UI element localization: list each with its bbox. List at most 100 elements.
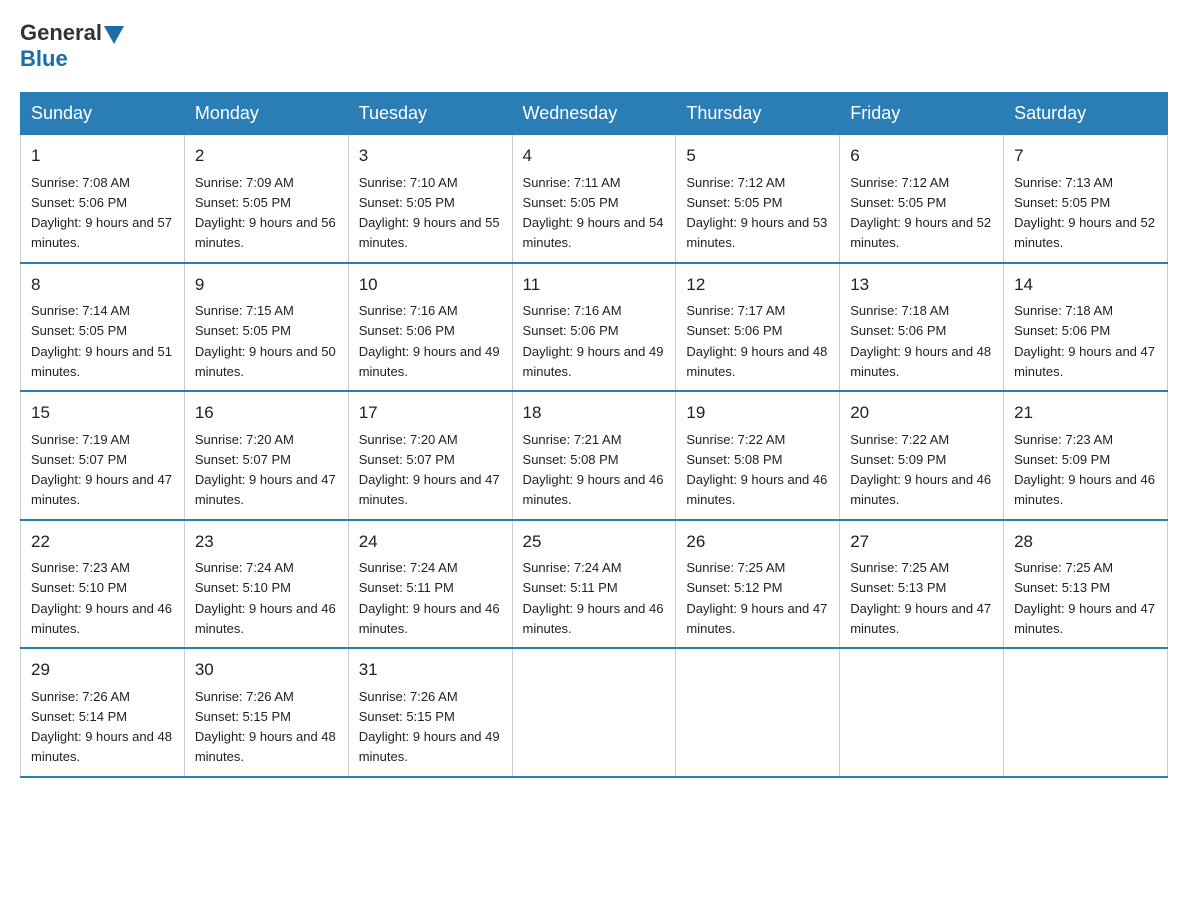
calendar-cell: 9 Sunrise: 7:15 AMSunset: 5:05 PMDayligh… [184, 263, 348, 392]
day-number: 28 [1014, 529, 1157, 555]
day-number: 12 [686, 272, 829, 298]
day-number: 19 [686, 400, 829, 426]
day-number: 29 [31, 657, 174, 683]
calendar-cell: 19 Sunrise: 7:22 AMSunset: 5:08 PMDaylig… [676, 391, 840, 520]
day-info: Sunrise: 7:14 AMSunset: 5:05 PMDaylight:… [31, 303, 172, 379]
day-info: Sunrise: 7:10 AMSunset: 5:05 PMDaylight:… [359, 175, 500, 251]
calendar-cell: 8 Sunrise: 7:14 AMSunset: 5:05 PMDayligh… [21, 263, 185, 392]
logo-general-text: General [20, 20, 102, 46]
calendar-header-row: SundayMondayTuesdayWednesdayThursdayFrid… [21, 93, 1168, 135]
day-number: 18 [523, 400, 666, 426]
day-number: 26 [686, 529, 829, 555]
calendar-cell: 2 Sunrise: 7:09 AMSunset: 5:05 PMDayligh… [184, 135, 348, 263]
calendar-cell: 3 Sunrise: 7:10 AMSunset: 5:05 PMDayligh… [348, 135, 512, 263]
day-number: 25 [523, 529, 666, 555]
day-number: 8 [31, 272, 174, 298]
calendar-cell: 16 Sunrise: 7:20 AMSunset: 5:07 PMDaylig… [184, 391, 348, 520]
day-number: 13 [850, 272, 993, 298]
day-info: Sunrise: 7:24 AMSunset: 5:11 PMDaylight:… [359, 560, 500, 636]
day-number: 14 [1014, 272, 1157, 298]
day-info: Sunrise: 7:20 AMSunset: 5:07 PMDaylight:… [359, 432, 500, 508]
header-saturday: Saturday [1004, 93, 1168, 135]
day-info: Sunrise: 7:24 AMSunset: 5:10 PMDaylight:… [195, 560, 336, 636]
day-info: Sunrise: 7:16 AMSunset: 5:06 PMDaylight:… [359, 303, 500, 379]
day-info: Sunrise: 7:19 AMSunset: 5:07 PMDaylight:… [31, 432, 172, 508]
calendar-week-row: 15 Sunrise: 7:19 AMSunset: 5:07 PMDaylig… [21, 391, 1168, 520]
day-number: 15 [31, 400, 174, 426]
day-number: 24 [359, 529, 502, 555]
day-number: 3 [359, 143, 502, 169]
page-header: General Blue [20, 20, 1168, 72]
day-number: 21 [1014, 400, 1157, 426]
calendar-cell [512, 648, 676, 777]
calendar-cell [840, 648, 1004, 777]
day-number: 23 [195, 529, 338, 555]
day-info: Sunrise: 7:23 AMSunset: 5:10 PMDaylight:… [31, 560, 172, 636]
day-number: 4 [523, 143, 666, 169]
day-info: Sunrise: 7:18 AMSunset: 5:06 PMDaylight:… [1014, 303, 1155, 379]
header-monday: Monday [184, 93, 348, 135]
day-info: Sunrise: 7:18 AMSunset: 5:06 PMDaylight:… [850, 303, 991, 379]
calendar-cell: 30 Sunrise: 7:26 AMSunset: 5:15 PMDaylig… [184, 648, 348, 777]
day-info: Sunrise: 7:23 AMSunset: 5:09 PMDaylight:… [1014, 432, 1155, 508]
calendar-cell: 4 Sunrise: 7:11 AMSunset: 5:05 PMDayligh… [512, 135, 676, 263]
calendar-cell: 20 Sunrise: 7:22 AMSunset: 5:09 PMDaylig… [840, 391, 1004, 520]
calendar-cell: 27 Sunrise: 7:25 AMSunset: 5:13 PMDaylig… [840, 520, 1004, 649]
calendar-cell [1004, 648, 1168, 777]
day-number: 20 [850, 400, 993, 426]
day-info: Sunrise: 7:11 AMSunset: 5:05 PMDaylight:… [523, 175, 664, 251]
header-tuesday: Tuesday [348, 93, 512, 135]
calendar-cell: 31 Sunrise: 7:26 AMSunset: 5:15 PMDaylig… [348, 648, 512, 777]
day-info: Sunrise: 7:24 AMSunset: 5:11 PMDaylight:… [523, 560, 664, 636]
calendar-week-row: 29 Sunrise: 7:26 AMSunset: 5:14 PMDaylig… [21, 648, 1168, 777]
day-info: Sunrise: 7:12 AMSunset: 5:05 PMDaylight:… [686, 175, 827, 251]
day-number: 9 [195, 272, 338, 298]
day-info: Sunrise: 7:26 AMSunset: 5:15 PMDaylight:… [359, 689, 500, 765]
calendar-table: SundayMondayTuesdayWednesdayThursdayFrid… [20, 92, 1168, 778]
day-info: Sunrise: 7:21 AMSunset: 5:08 PMDaylight:… [523, 432, 664, 508]
day-info: Sunrise: 7:25 AMSunset: 5:12 PMDaylight:… [686, 560, 827, 636]
calendar-cell: 15 Sunrise: 7:19 AMSunset: 5:07 PMDaylig… [21, 391, 185, 520]
logo-triangle-icon [104, 26, 124, 44]
day-number: 22 [31, 529, 174, 555]
logo: General Blue [20, 20, 126, 72]
calendar-week-row: 8 Sunrise: 7:14 AMSunset: 5:05 PMDayligh… [21, 263, 1168, 392]
calendar-cell: 11 Sunrise: 7:16 AMSunset: 5:06 PMDaylig… [512, 263, 676, 392]
day-info: Sunrise: 7:22 AMSunset: 5:08 PMDaylight:… [686, 432, 827, 508]
calendar-cell: 5 Sunrise: 7:12 AMSunset: 5:05 PMDayligh… [676, 135, 840, 263]
day-info: Sunrise: 7:26 AMSunset: 5:14 PMDaylight:… [31, 689, 172, 765]
day-info: Sunrise: 7:09 AMSunset: 5:05 PMDaylight:… [195, 175, 336, 251]
header-wednesday: Wednesday [512, 93, 676, 135]
day-number: 2 [195, 143, 338, 169]
calendar-cell: 6 Sunrise: 7:12 AMSunset: 5:05 PMDayligh… [840, 135, 1004, 263]
calendar-cell: 22 Sunrise: 7:23 AMSunset: 5:10 PMDaylig… [21, 520, 185, 649]
calendar-cell: 13 Sunrise: 7:18 AMSunset: 5:06 PMDaylig… [840, 263, 1004, 392]
calendar-week-row: 1 Sunrise: 7:08 AMSunset: 5:06 PMDayligh… [21, 135, 1168, 263]
day-number: 16 [195, 400, 338, 426]
day-number: 6 [850, 143, 993, 169]
day-number: 7 [1014, 143, 1157, 169]
header-friday: Friday [840, 93, 1004, 135]
calendar-cell: 18 Sunrise: 7:21 AMSunset: 5:08 PMDaylig… [512, 391, 676, 520]
calendar-cell: 10 Sunrise: 7:16 AMSunset: 5:06 PMDaylig… [348, 263, 512, 392]
calendar-cell: 7 Sunrise: 7:13 AMSunset: 5:05 PMDayligh… [1004, 135, 1168, 263]
day-info: Sunrise: 7:13 AMSunset: 5:05 PMDaylight:… [1014, 175, 1155, 251]
day-info: Sunrise: 7:12 AMSunset: 5:05 PMDaylight:… [850, 175, 991, 251]
calendar-week-row: 22 Sunrise: 7:23 AMSunset: 5:10 PMDaylig… [21, 520, 1168, 649]
day-info: Sunrise: 7:25 AMSunset: 5:13 PMDaylight:… [850, 560, 991, 636]
calendar-cell: 28 Sunrise: 7:25 AMSunset: 5:13 PMDaylig… [1004, 520, 1168, 649]
day-info: Sunrise: 7:26 AMSunset: 5:15 PMDaylight:… [195, 689, 336, 765]
day-info: Sunrise: 7:16 AMSunset: 5:06 PMDaylight:… [523, 303, 664, 379]
day-number: 17 [359, 400, 502, 426]
day-number: 1 [31, 143, 174, 169]
day-info: Sunrise: 7:17 AMSunset: 5:06 PMDaylight:… [686, 303, 827, 379]
day-info: Sunrise: 7:08 AMSunset: 5:06 PMDaylight:… [31, 175, 172, 251]
day-info: Sunrise: 7:20 AMSunset: 5:07 PMDaylight:… [195, 432, 336, 508]
calendar-cell: 14 Sunrise: 7:18 AMSunset: 5:06 PMDaylig… [1004, 263, 1168, 392]
header-thursday: Thursday [676, 93, 840, 135]
calendar-cell: 26 Sunrise: 7:25 AMSunset: 5:12 PMDaylig… [676, 520, 840, 649]
calendar-cell: 24 Sunrise: 7:24 AMSunset: 5:11 PMDaylig… [348, 520, 512, 649]
day-number: 5 [686, 143, 829, 169]
calendar-cell: 25 Sunrise: 7:24 AMSunset: 5:11 PMDaylig… [512, 520, 676, 649]
calendar-cell: 17 Sunrise: 7:20 AMSunset: 5:07 PMDaylig… [348, 391, 512, 520]
